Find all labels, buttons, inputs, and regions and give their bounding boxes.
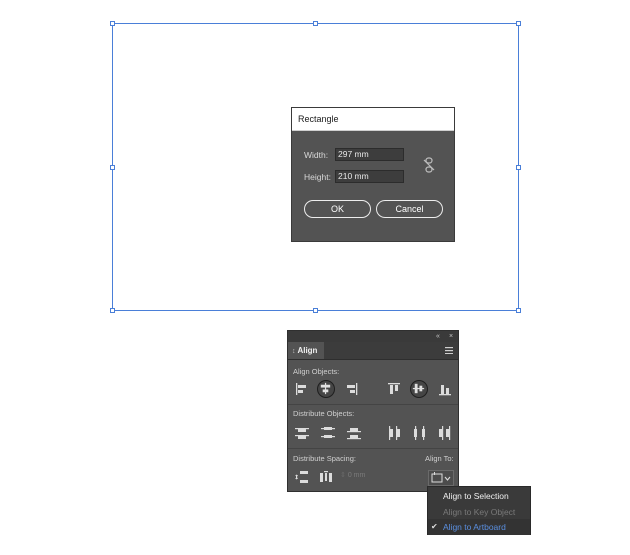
align-to-menu: Align to Selection Align to Key Object ✔… [427, 486, 531, 535]
menu-item-align-to-artboard[interactable]: ✔ Align to Artboard [428, 519, 530, 535]
vertical-distribute-top-icon[interactable] [294, 425, 310, 441]
vertical-distribute-center-icon[interactable] [320, 425, 336, 441]
vertical-distribute-space-icon[interactable] [294, 469, 310, 485]
align-objects-label: Align Objects: [293, 367, 340, 376]
selection-handle-top-right[interactable] [516, 21, 521, 26]
spacing-stepper-icon: ⇕ [340, 472, 348, 479]
distribute-spacing-label: Distribute Spacing: [293, 454, 356, 463]
rectangle-dialog: Rectangle Width: 297 mm Height: 210 mm O… [291, 107, 455, 242]
horizontal-distribute-left-icon[interactable] [386, 425, 402, 441]
constrain-proportions-icon[interactable] [423, 157, 435, 173]
section-divider [288, 404, 458, 405]
tab-align[interactable]: ↕ Align [288, 342, 324, 359]
close-icon[interactable]: × [449, 331, 453, 342]
menu-item-align-to-key-object: Align to Key Object [443, 507, 516, 517]
tab-collapse-icon: ↕ [292, 348, 296, 355]
horizontal-align-right-icon[interactable] [343, 381, 359, 397]
panel-titlebar: « × [288, 331, 458, 342]
ok-button[interactable]: OK [304, 200, 371, 218]
checkmark-icon: ✔ [431, 522, 438, 531]
selection-handle-top-middle[interactable] [313, 21, 318, 26]
dialog-title: Rectangle [292, 108, 454, 131]
selection-handle-bottom-middle[interactable] [313, 308, 318, 313]
panel-menu-icon[interactable] [445, 347, 453, 354]
horizontal-align-left-icon[interactable] [294, 381, 310, 397]
height-field[interactable]: 210 mm [335, 170, 404, 183]
distribute-objects-label: Distribute Objects: [293, 409, 355, 418]
spacing-input[interactable]: ⇕ 0 mm [340, 471, 365, 479]
horizontal-distribute-space-icon[interactable] [318, 469, 334, 485]
align-to-dropdown[interactable] [428, 470, 454, 486]
artboard-align-icon [431, 472, 451, 483]
selection-handle-middle-left[interactable] [110, 165, 115, 170]
horizontal-align-center-icon [320, 382, 331, 395]
horizontal-align-center-button[interactable] [317, 380, 335, 398]
selection-handle-bottom-left[interactable] [110, 308, 115, 313]
width-field[interactable]: 297 mm [335, 148, 404, 161]
vertical-align-top-icon[interactable] [386, 381, 402, 397]
horizontal-distribute-center-icon[interactable] [412, 425, 428, 441]
vertical-align-bottom-icon[interactable] [437, 381, 453, 397]
selection-handle-top-left[interactable] [110, 21, 115, 26]
spacing-value: 0 mm [347, 472, 366, 479]
vertical-distribute-bottom-icon[interactable] [346, 425, 362, 441]
tab-align-label: Align [297, 346, 318, 355]
panel-tab-row: ↕ Align [288, 342, 458, 360]
cancel-button[interactable]: Cancel [376, 200, 443, 218]
menu-item-label: Align to Artboard [443, 522, 506, 532]
vertical-align-center-icon [412, 383, 425, 394]
vertical-align-center-button[interactable] [410, 380, 428, 398]
section-divider [288, 448, 458, 449]
collapse-icon[interactable]: « [436, 331, 440, 342]
selection-handle-bottom-right[interactable] [516, 308, 521, 313]
selection-handle-middle-right[interactable] [516, 165, 521, 170]
menu-item-align-to-selection[interactable]: Align to Selection [428, 488, 530, 504]
align-to-label: Align To: [425, 454, 454, 463]
horizontal-distribute-right-icon[interactable] [437, 425, 453, 441]
align-panel: « × ↕ Align Align Objects: Distribute Ob… [287, 330, 459, 492]
